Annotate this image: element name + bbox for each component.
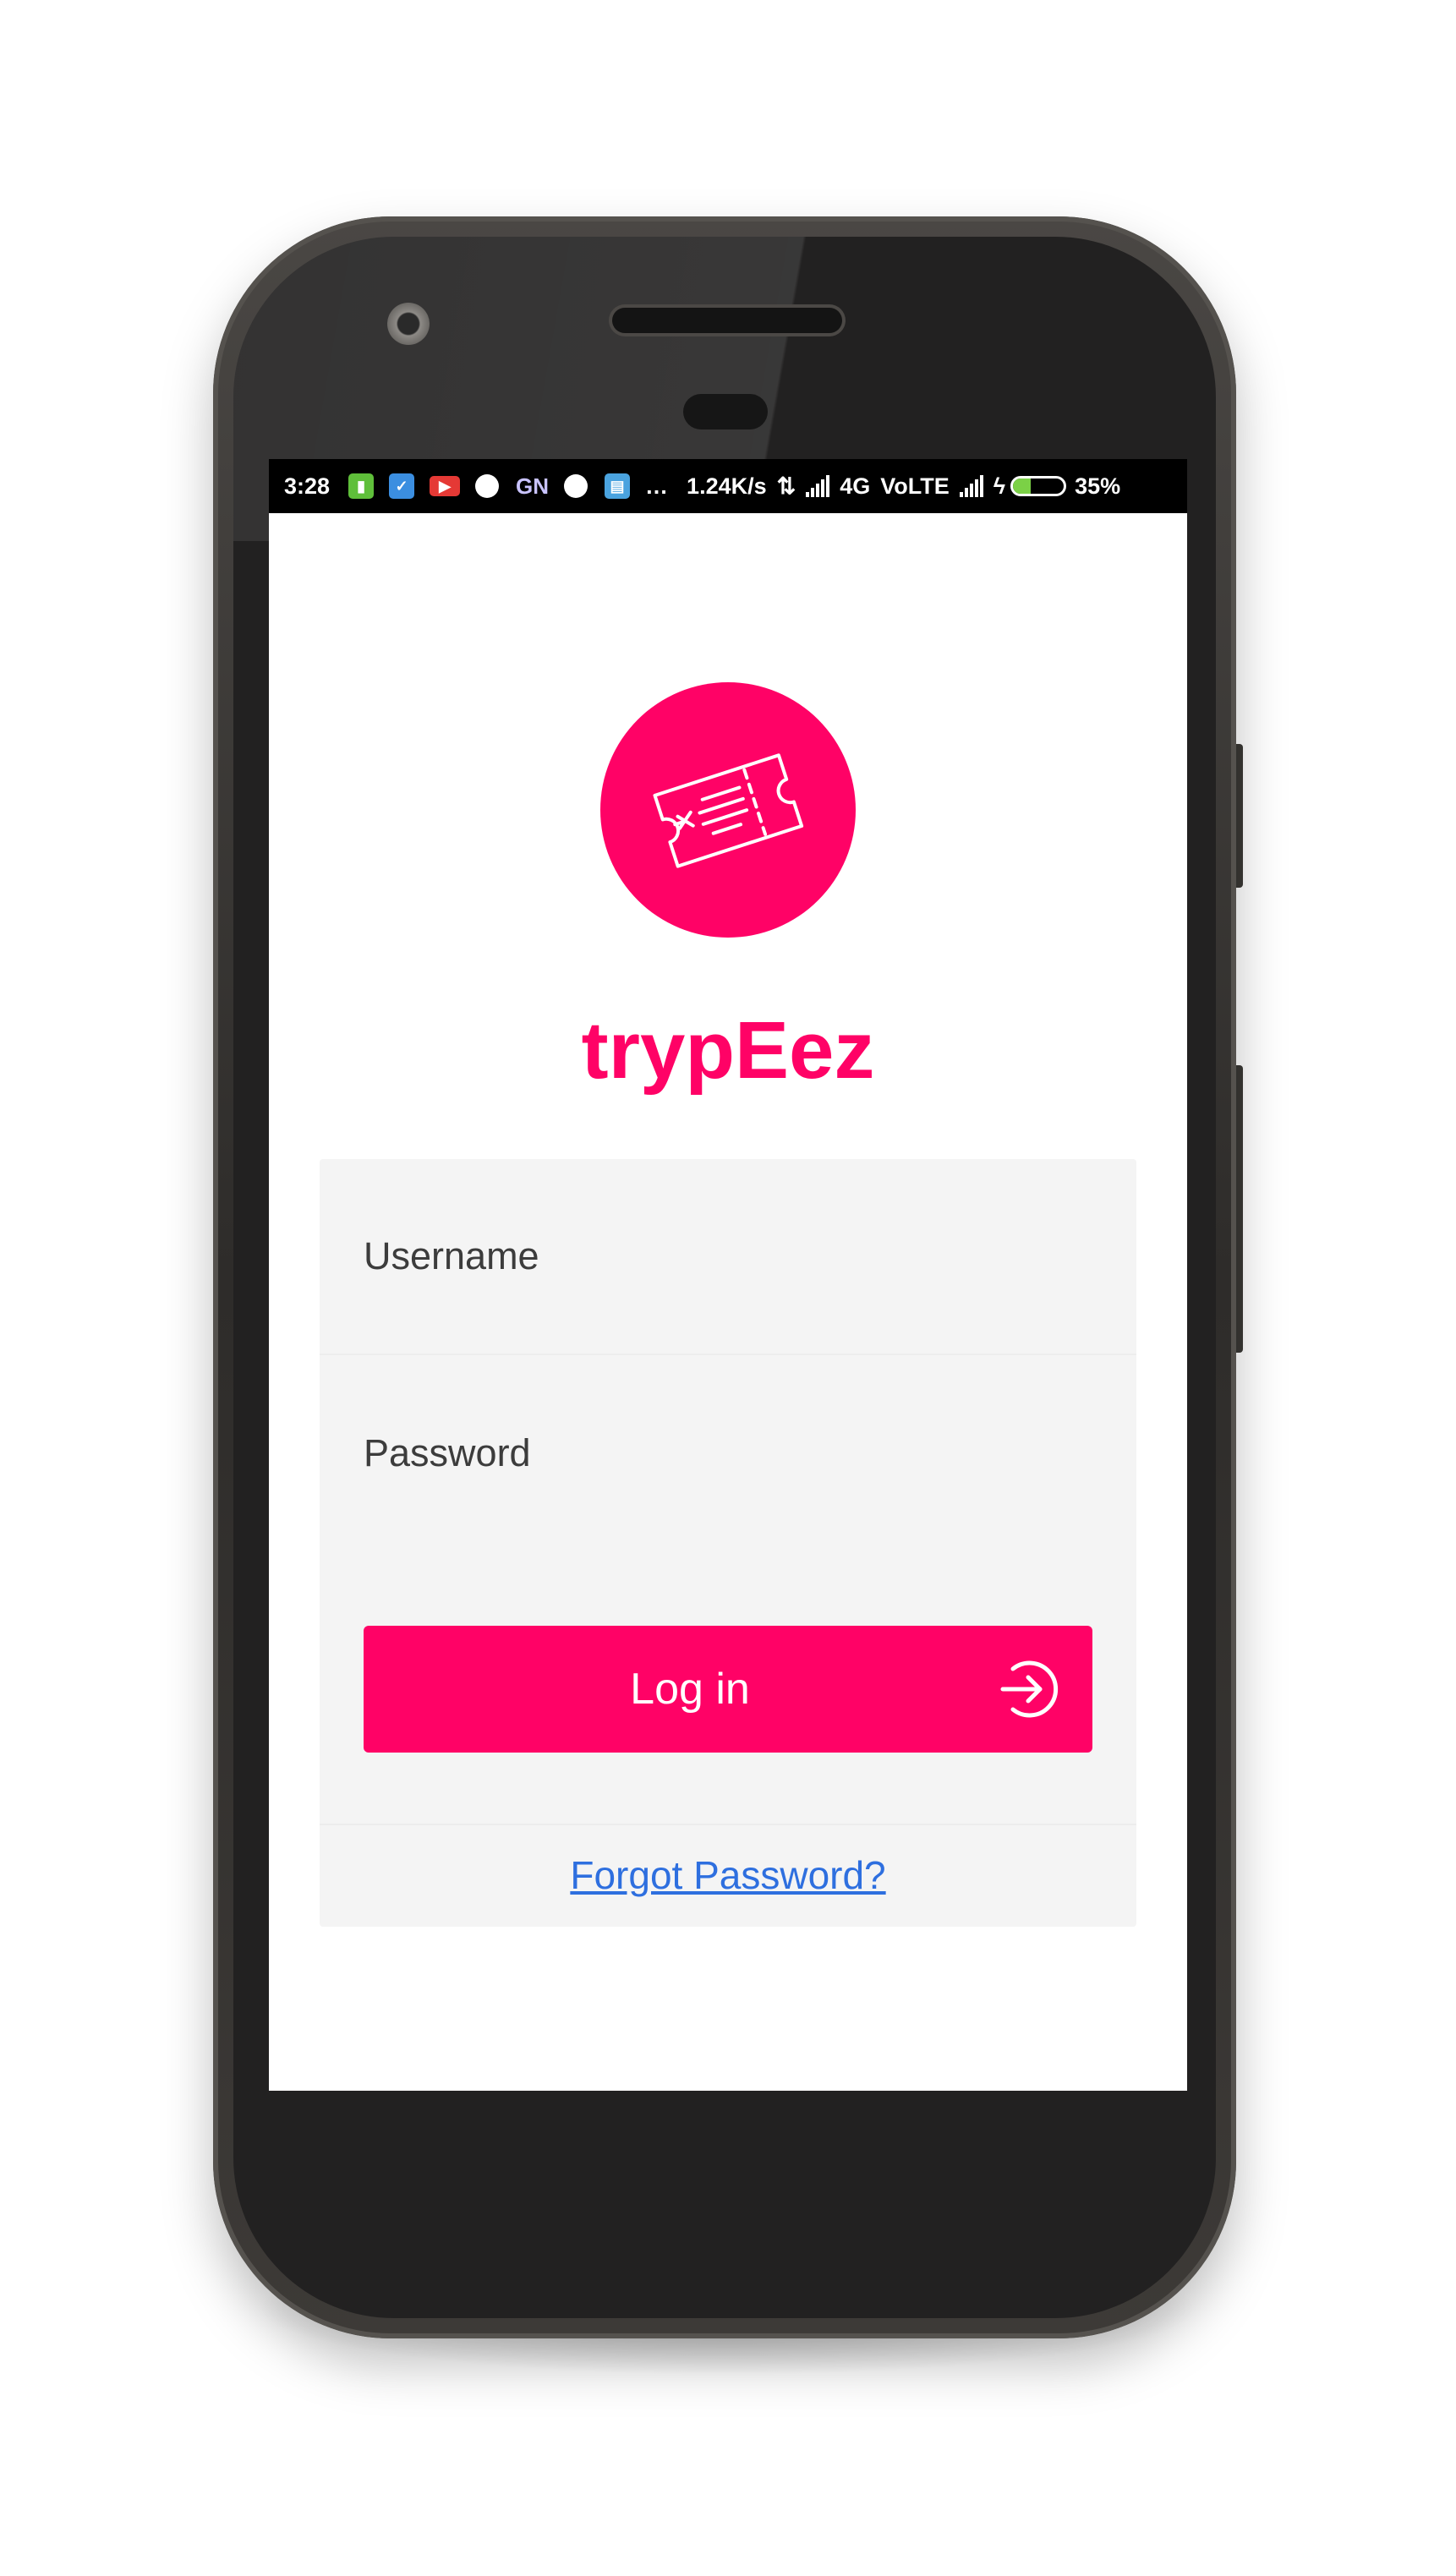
- volte-indicator: VoLTE: [880, 473, 950, 499]
- signal-strength-icon: [806, 475, 831, 497]
- battery-fill: [1013, 479, 1032, 494]
- app-title: trypEez: [581, 1005, 875, 1096]
- data-transfer-icon: ⇅: [776, 473, 796, 499]
- app-logo: [600, 682, 856, 938]
- username-field[interactable]: Username: [320, 1159, 1136, 1355]
- phone-screen: 3:28 ▮ ✓ ▶ GN ▤ … 1.24K/s ⇅ 4G VoLTE ϟ 3…: [269, 459, 1187, 2091]
- login-card: Username Password Log in Forgot Password…: [320, 1159, 1136, 1927]
- battery-app-notification-icon: ▮: [348, 473, 375, 499]
- battery-percent: 35%: [1075, 473, 1121, 499]
- status-time: 3:28: [284, 473, 331, 499]
- proximity-sensor: [683, 394, 768, 429]
- ticket-icon: [653, 753, 804, 868]
- chrome-notification-icon: [475, 474, 500, 498]
- mockup-stage: 3:28 ▮ ✓ ▶ GN ▤ … 1.24K/s ⇅ 4G VoLTE ϟ 3…: [0, 0, 1456, 2576]
- youtube-notification-icon: ▶: [430, 476, 461, 496]
- checkmark-notification-icon: ✓: [389, 473, 415, 499]
- battery-icon: [1010, 476, 1067, 496]
- message-notification-icon: ▤: [605, 473, 631, 499]
- network-speed: 1.24K/s: [687, 473, 767, 499]
- more-notifications-icon: …: [645, 473, 669, 499]
- earpiece-speaker: [612, 308, 842, 333]
- chrome-notification-icon-2: [564, 474, 588, 498]
- front-camera-icon: [387, 303, 430, 345]
- signal-strength-icon-2: [959, 475, 985, 497]
- login-button[interactable]: Log in: [364, 1626, 1092, 1753]
- forgot-password-link[interactable]: Forgot Password?: [320, 1824, 1136, 1927]
- status-bar: 3:28 ▮ ✓ ▶ GN ▤ … 1.24K/s ⇅ 4G VoLTE ϟ 3…: [269, 459, 1187, 513]
- login-button-label: Log in: [630, 1665, 750, 1714]
- gn-notification-icon: GN: [516, 473, 550, 499]
- charging-bolt-icon: ϟ: [993, 473, 1006, 499]
- sign-in-arrow-icon: [1000, 1660, 1059, 1718]
- network-type: 4G: [840, 473, 871, 499]
- password-field[interactable]: Password: [320, 1355, 1136, 1551]
